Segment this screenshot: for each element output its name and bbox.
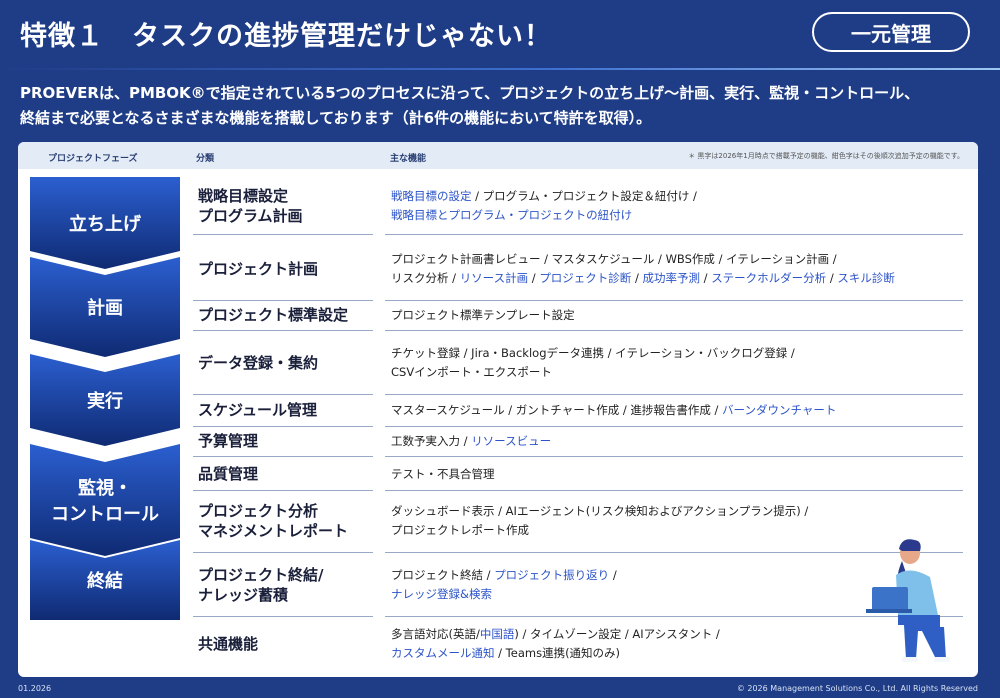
feature-list: 戦略目標の設定 / プログラム・プロジェクト設定＆紐付け / 戦略目標とプログラム… <box>391 187 961 225</box>
page-title: 特徴１ タスクの進捗管理だけじゃない！ <box>20 21 552 52</box>
phase-label: 監視・ コントロール <box>51 478 159 525</box>
person-laptop-illustration <box>866 539 950 662</box>
planned-feature: スキル診断 <box>837 271 895 285</box>
header-category: 分類 <box>196 154 215 164</box>
planned-feature: カスタムメール通知 <box>391 646 495 660</box>
category-label: プロジェクト計画 <box>198 260 319 278</box>
category-label: データ登録・集約 <box>198 354 319 372</box>
feature-list: プロジェクト標準テンプレート設定 <box>391 306 961 325</box>
feature-text: / <box>700 271 712 285</box>
category-label: プロジェクト標準設定 <box>198 306 349 324</box>
planned-feature: ステークホルダー分析 <box>711 271 827 285</box>
feature-text: / <box>631 271 643 285</box>
row-divider <box>193 552 963 553</box>
phase-label: 終結 <box>87 571 123 592</box>
feature-list: チケット登録 / Jira・Backlogデータ連携 / イテレーション・バック… <box>391 344 961 382</box>
table-header: プロジェクトフェーズ 分類 主な機能 ＊ 黒字は2026年1月時点で搭載予定の機… <box>18 142 978 169</box>
category-row: データ登録・集約 チケット登録 / Jira・Backlogデータ連携 / イテレ… <box>193 332 963 394</box>
planned-feature: バーンダウンチャート <box>722 403 837 417</box>
planned-feature: プロジェクト振り返り <box>494 568 610 582</box>
feature-list: 工数予実入力 / リソースビュー <box>391 432 961 451</box>
planned-feature: プロジェクト診断 <box>539 271 632 285</box>
category-label: プロジェクト終結/ナレッジ蓄積 <box>198 566 324 604</box>
feature-list: プロジェクト計画書レビュー / マスタスケジュール / WBS作成 / イテレー… <box>391 250 961 288</box>
row-divider <box>193 616 963 617</box>
category-row: 予算管理 工数予実入力 / リソースビュー <box>193 426 963 456</box>
planned-feature: 成功率予測 <box>642 271 701 285</box>
feature-table-panel: プロジェクトフェーズ 分類 主な機能 ＊ 黒字は2026年1月時点で搭載予定の機… <box>18 142 978 677</box>
category-label: プロジェクト分析 マネジメントレポート <box>198 502 349 540</box>
phase-3: 実行 <box>30 354 180 446</box>
phase-label: 実行 <box>87 391 123 412</box>
phase-4: 監視・ コントロール <box>30 444 180 556</box>
feature-text: プロジェクトレポート作成 <box>391 523 529 537</box>
feature-text: テスト・不具合管理 <box>391 467 495 481</box>
category-row: 共通機能 多言語対応(英語/中国語) / タイムゾーン設定 / AIアシスタント … <box>193 618 963 670</box>
header-divider <box>0 68 1000 70</box>
header-features: 主な機能 <box>390 154 427 164</box>
feature-text: ) / タイムゾーン設定 / AIアシスタント / <box>514 627 720 641</box>
feature-text: / プログラム・プロジェクト設定＆紐付け / <box>471 189 697 203</box>
category-row: スケジュール管理 マスタースケジュール / ガントチャート作成 / 進捗報告書作成… <box>193 394 963 426</box>
feature-text: リスク分析 / <box>391 271 460 285</box>
feature-text: 多言語対応(英語/ <box>391 627 480 641</box>
planned-feature: リソースビュー <box>471 434 552 448</box>
phase-1: 立ち上げ <box>30 177 180 269</box>
category-row: プロジェクト計画 プロジェクト計画書レビュー / マスタスケジュール / WBS作… <box>193 238 963 300</box>
category-label: 戦略目標設定 プログラム計画 <box>198 187 303 225</box>
feature-text: プロジェクト終結 / <box>391 568 495 582</box>
feature-text: 工数予実入力 / <box>391 434 472 448</box>
feature-text: / <box>609 568 617 582</box>
intro-line-2: 終結まで必要となるさまざまな機能を搭載しております（計6件の機能において特許を取… <box>20 109 652 127</box>
row-divider <box>193 234 963 235</box>
category-row: プロジェクト分析 マネジメントレポート ダッシュボード表示 / AIエージェント(リ… <box>193 490 963 552</box>
row-divider <box>193 330 963 331</box>
intro-line-1: PROEVERは、PMBOK®で指定されている5つのプロセスに沿って、プロジェク… <box>20 84 920 102</box>
feature-text: プロジェクト標準テンプレート設定 <box>391 308 575 322</box>
feature-list: テスト・不具合管理 <box>391 465 961 484</box>
phase-2: 計画 <box>30 257 180 357</box>
feature-text: プロジェクト計画書レビュー / マスタスケジュール / WBS作成 / イテレー… <box>391 252 837 266</box>
footer-date: 01.2026 <box>18 684 52 693</box>
phase-label: 立ち上げ <box>69 214 141 235</box>
phase-label: 計画 <box>87 298 123 319</box>
header-note: ＊ 黒字は2026年1月時点で搭載予定の機能、紺色字はその後順次追加予定の機能で… <box>688 152 964 160</box>
feature-text: / <box>528 271 540 285</box>
category-row: 品質管理 テスト・不具合管理 <box>193 458 963 490</box>
category-label: 予算管理 <box>198 432 259 450</box>
planned-feature: 戦略目標とプログラム・プロジェクトの紐付け <box>391 208 633 222</box>
intro-text: PROEVERは、PMBOK®で指定されている5つのプロセスに沿って、プロジェク… <box>20 81 985 131</box>
category-label: 共通機能 <box>198 635 259 653</box>
feature-text: ダッシュボード表示 / AIエージェント(リスク検知およびアクションプラン提示)… <box>391 504 809 518</box>
planned-feature: リソース計画 <box>459 271 529 285</box>
category-row: プロジェクト終結/ナレッジ蓄積 プロジェクト終結 / プロジェクト振り返り / ナレ… <box>193 554 963 616</box>
category-row: プロジェクト標準設定 プロジェクト標準テンプレート設定 <box>193 300 963 330</box>
planned-feature: 中国語 <box>479 627 515 641</box>
feature-text: マスタースケジュール / ガントチャート作成 / 進捗報告書作成 / <box>391 403 723 417</box>
feature-text: チケット登録 / Jira・Backlogデータ連携 / イテレーション・バック… <box>391 346 795 360</box>
category-label: 品質管理 <box>198 465 259 483</box>
footer-copyright: © 2026 Management Solutions Co., Ltd. Al… <box>736 684 978 693</box>
header-phase: プロジェクトフェーズ <box>48 154 138 164</box>
row-divider <box>193 456 963 457</box>
category-row: 戦略目標設定 プログラム計画 戦略目標の設定 / プログラム・プロジェクト設定＆紐付… <box>193 178 963 234</box>
feature-text: / <box>826 271 838 285</box>
feature-text: CSVインポート・エクスポート <box>391 365 552 379</box>
planned-feature: ナレッジ登録&検索 <box>391 587 492 601</box>
feature-text: / Teams連携(通知のみ) <box>494 646 621 660</box>
category-label: スケジュール管理 <box>198 401 317 419</box>
feature-list: マスタースケジュール / ガントチャート作成 / 進捗報告書作成 / バーンダウ… <box>391 401 961 420</box>
planned-feature: 戦略目標の設定 <box>391 189 472 203</box>
badge-unified-management: 一元管理 <box>812 12 970 52</box>
